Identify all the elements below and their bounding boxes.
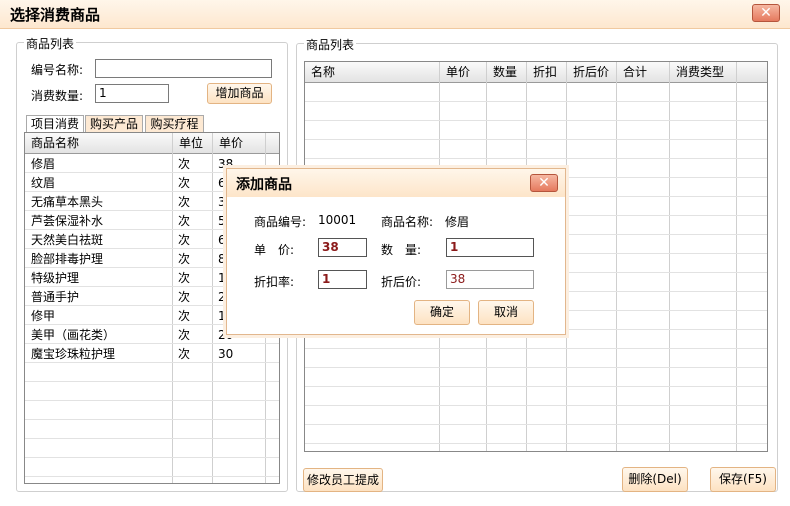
- row-cell-unit: 次: [178, 252, 191, 266]
- window-close-button[interactable]: ✕: [752, 4, 780, 22]
- row-cell-price: 2: [218, 290, 226, 304]
- dialog-title: 添加商品: [236, 177, 292, 193]
- grid-line: [305, 348, 767, 349]
- grid-line: [305, 139, 767, 140]
- row-cell-unit: 次: [178, 176, 191, 190]
- grid-line: [305, 120, 767, 121]
- grid-line: [25, 457, 279, 458]
- grid-line: [212, 133, 213, 483]
- close-icon: ✕: [760, 5, 772, 21]
- column-header-price[interactable]: 单价: [213, 133, 266, 153]
- dialog-name-label: 商品名称:: [381, 215, 434, 229]
- selected-items-header: 名称 单价 数量 折扣 折后价 合计 消费类型: [305, 62, 767, 83]
- column-header-item-name[interactable]: 名称: [305, 62, 440, 82]
- grid-line: [25, 381, 279, 382]
- dialog-qty-input[interactable]: 1: [446, 238, 534, 257]
- row-cell-unit: 次: [178, 347, 191, 361]
- row-cell-name: 脸部排毒护理: [31, 252, 104, 266]
- dialog-close-button[interactable]: ✕: [530, 174, 558, 192]
- modify-commission-button[interactable]: 修改员工提成: [303, 468, 383, 492]
- tab-products[interactable]: 购买产品: [85, 115, 143, 132]
- dialog-price-input[interactable]: 38: [318, 238, 367, 257]
- left-group-legend: 商品列表: [24, 35, 77, 52]
- grid-line: [305, 405, 767, 406]
- dialog-name-value: 修眉: [445, 215, 470, 229]
- code-label: 编号名称:: [31, 63, 84, 77]
- save-button[interactable]: 保存(F5): [710, 467, 776, 492]
- row-cell-name: 修甲: [31, 309, 56, 323]
- row-cell-unit: 次: [178, 309, 191, 323]
- grid-line: [305, 443, 767, 444]
- right-group-legend: 商品列表: [304, 36, 357, 53]
- row-cell-unit: 次: [178, 328, 191, 342]
- row-cell-unit: 次: [178, 214, 191, 228]
- grid-line: [305, 424, 767, 425]
- dialog-ok-button[interactable]: 确定: [414, 300, 470, 325]
- dialog-cancel-button[interactable]: 取消: [478, 300, 534, 325]
- row-cell-price: 8: [218, 252, 226, 266]
- row-cell-unit: 次: [178, 290, 191, 304]
- row-cell-unit: 次: [178, 157, 191, 171]
- row-cell-name: 纹眉: [31, 176, 56, 190]
- dialog-code-value: 10001: [318, 213, 357, 227]
- column-header-name[interactable]: 商品名称: [25, 133, 173, 153]
- delete-button[interactable]: 删除(Del): [622, 467, 688, 492]
- dialog-discount-label: 折扣率:: [254, 275, 295, 289]
- title-bar: 选择消费商品 ✕: [0, 0, 790, 29]
- dialog-title-bar: 添加商品 ✕: [227, 169, 565, 197]
- row-cell-name: 无痛草本黑头: [31, 195, 104, 209]
- dialog-after-label: 折后价:: [381, 275, 422, 289]
- column-header-item-total[interactable]: 合计: [617, 62, 670, 82]
- grid-line: [25, 438, 279, 439]
- row-cell-price: 1: [218, 309, 226, 323]
- product-list-header: 商品名称 单位 单价: [25, 133, 279, 154]
- row-cell-name: 芦荟保湿补水: [31, 214, 104, 228]
- dialog-discount-input[interactable]: 1: [318, 270, 367, 289]
- grid-line: [25, 400, 279, 401]
- row-cell-price: 6: [218, 233, 226, 247]
- column-header-item-price[interactable]: 单价: [440, 62, 487, 82]
- row-cell-name: 天然美白祛斑: [31, 233, 104, 247]
- row-cell-unit: 次: [178, 233, 191, 247]
- tab-courses[interactable]: 购买疗程: [145, 115, 204, 132]
- grid-line: [172, 133, 173, 483]
- row-cell-name: 特级护理: [31, 271, 80, 285]
- row-cell-price: 3: [218, 195, 226, 209]
- code-search-input[interactable]: [95, 59, 272, 78]
- grid-line: [305, 158, 767, 159]
- grid-line: [25, 476, 279, 477]
- column-header-item-discount[interactable]: 折扣: [527, 62, 567, 82]
- add-product-dialog: 添加商品 ✕ 商品编号: 10001 商品名称: 修眉 单 价: 38 数 量:…: [226, 168, 566, 335]
- dialog-after-price-field: 38: [446, 270, 534, 289]
- quantity-label: 消费数量:: [31, 89, 84, 103]
- row-cell-price: 30: [218, 347, 234, 361]
- window-title: 选择消费商品: [10, 6, 101, 24]
- row-cell-price: 1: [218, 271, 226, 285]
- column-header-item-after[interactable]: 折后价: [567, 62, 617, 82]
- column-header-item-type[interactable]: 消费类型: [670, 62, 737, 82]
- row-cell-name: 美甲（画花类）: [31, 328, 116, 342]
- row-cell-unit: 次: [178, 195, 191, 209]
- dialog-code-label: 商品编号:: [254, 215, 307, 229]
- tab-project[interactable]: 项目消费: [26, 115, 84, 132]
- grid-line: [305, 101, 767, 102]
- row-cell-name: 魔宝珍珠粒护理: [31, 347, 116, 361]
- grid-line: [305, 386, 767, 387]
- grid-line: [25, 419, 279, 420]
- add-product-button[interactable]: 增加商品: [207, 83, 272, 104]
- row-cell-name: 普通手护: [31, 290, 80, 304]
- row-cell-unit: 次: [178, 271, 191, 285]
- column-header-item-qty[interactable]: 数量: [487, 62, 527, 82]
- row-cell-name: 修眉: [31, 157, 56, 171]
- grid-line: [305, 367, 767, 368]
- close-icon: ✕: [538, 175, 550, 191]
- row-cell-price: 6: [218, 176, 226, 190]
- select-product-window: 选择消费商品 ✕ 商品列表 编号名称: 消费数量: 1 增加商品 项目消费 购买…: [0, 0, 790, 506]
- dialog-qty-label: 数 量:: [381, 243, 422, 257]
- quantity-input[interactable]: 1: [95, 84, 169, 103]
- row-cell-price: 5: [218, 214, 226, 228]
- column-header-unit[interactable]: 单位: [173, 133, 213, 153]
- dialog-price-label: 单 价:: [254, 243, 295, 257]
